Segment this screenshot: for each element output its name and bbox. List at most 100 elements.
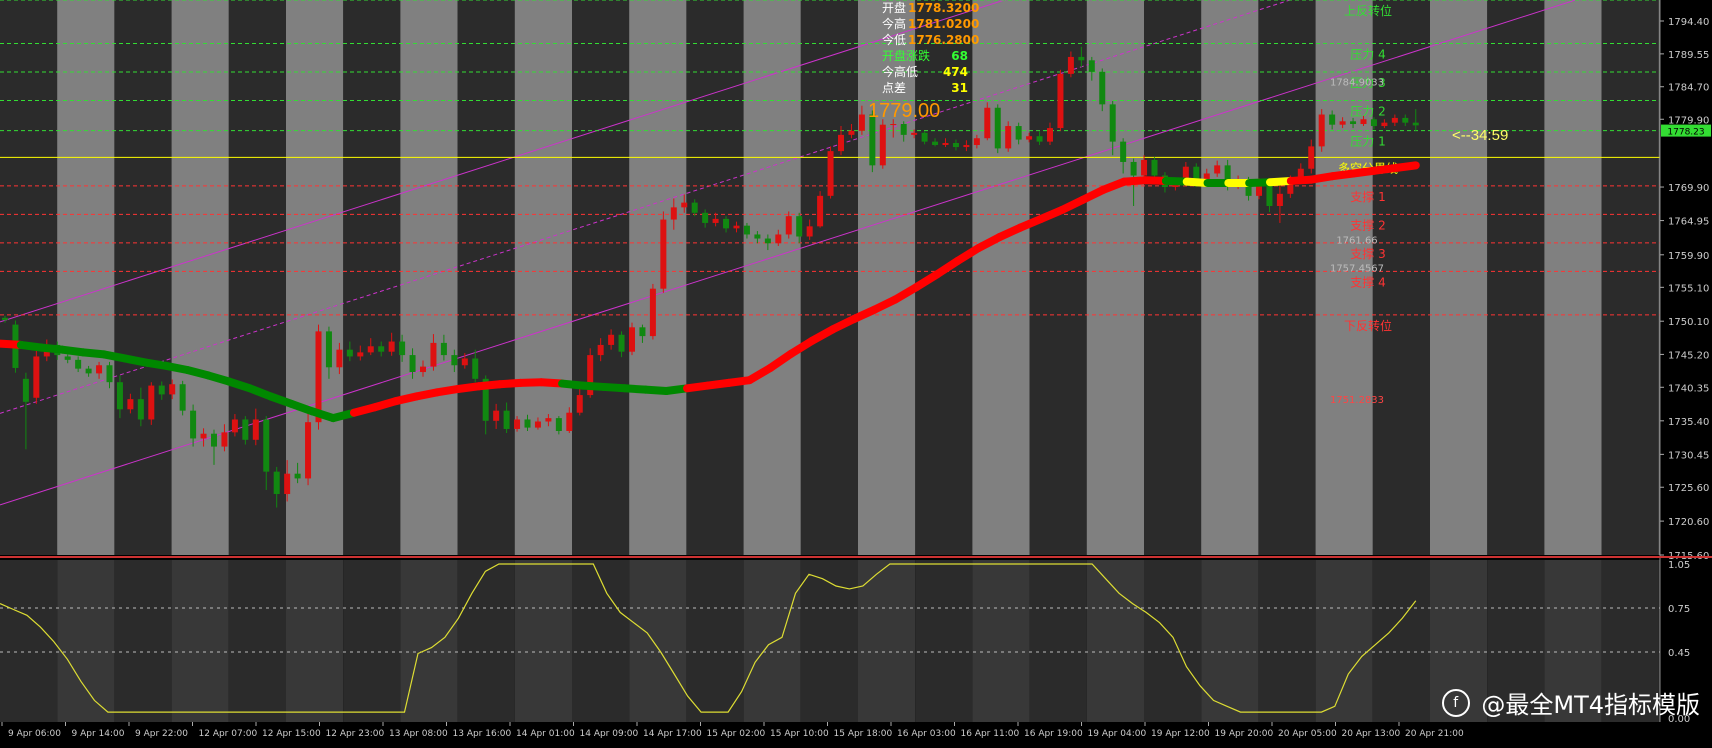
candle-body bbox=[743, 225, 750, 235]
candle-body bbox=[932, 141, 939, 146]
y-tick-label: 1784.70 bbox=[1668, 83, 1709, 94]
level-label: 压力 1 bbox=[1350, 135, 1385, 149]
oscillator-band bbox=[686, 560, 744, 722]
y-tick-label: 1740.35 bbox=[1668, 383, 1709, 394]
candle-body bbox=[85, 368, 92, 374]
candle-body bbox=[211, 433, 217, 447]
candle-body bbox=[838, 134, 844, 152]
x-tick-label: 14 Apr 17:00 bbox=[643, 729, 702, 739]
candle-body bbox=[148, 385, 155, 420]
session-band bbox=[1086, 0, 1144, 555]
price-chart[interactable]: 上反转位1797.50压力 41791.08压力 31786.87压力 2178… bbox=[0, 0, 1712, 748]
oscillator-tick-label: 0.45 bbox=[1668, 648, 1690, 659]
candle-body bbox=[994, 107, 1001, 149]
candle-body bbox=[1381, 122, 1388, 127]
y-tick-label: 1745.20 bbox=[1668, 350, 1709, 361]
oscillator-band bbox=[286, 560, 344, 722]
x-tick-label: 19 Apr 12:00 bbox=[1151, 729, 1210, 739]
candle-body bbox=[231, 419, 238, 433]
candle-body bbox=[1318, 114, 1325, 147]
candle-body bbox=[545, 418, 552, 422]
level-label: 支撑 2 bbox=[1350, 217, 1385, 232]
candle-body bbox=[1057, 73, 1064, 129]
candle-body bbox=[1005, 126, 1012, 149]
y-tick-label: 1759.90 bbox=[1668, 251, 1709, 262]
candle-body bbox=[670, 207, 677, 220]
candle-body bbox=[263, 419, 270, 472]
candle-body bbox=[785, 216, 792, 235]
oscillator-band bbox=[57, 560, 115, 722]
session-band bbox=[457, 0, 515, 555]
candle-body bbox=[33, 356, 40, 398]
level-label: 支撑 4 bbox=[1350, 274, 1385, 289]
oscillator-band bbox=[972, 560, 1030, 722]
candle-body bbox=[681, 202, 688, 208]
y-tick-label: 1789.55 bbox=[1668, 50, 1709, 61]
candle-body bbox=[1360, 119, 1367, 125]
candle-body bbox=[1078, 56, 1085, 61]
x-tick-label: 15 Apr 18:00 bbox=[834, 729, 893, 739]
session-band bbox=[286, 0, 344, 555]
oscillator-band bbox=[228, 560, 286, 722]
candle-body bbox=[921, 132, 928, 142]
oscillator-band bbox=[1201, 560, 1259, 722]
candle-body bbox=[984, 107, 991, 139]
session-bands bbox=[0, 0, 1660, 722]
oscillator-band bbox=[1086, 560, 1144, 722]
session-band bbox=[572, 0, 630, 555]
candle-body bbox=[1026, 136, 1033, 140]
candle-body bbox=[1276, 193, 1283, 207]
candle-body bbox=[952, 142, 959, 148]
candle-body bbox=[1339, 121, 1346, 125]
candle-body bbox=[399, 341, 406, 356]
candle-body bbox=[75, 359, 82, 369]
y-tick-label: 1725.60 bbox=[1668, 483, 1709, 494]
candle-body bbox=[440, 342, 447, 356]
candle-body bbox=[1402, 117, 1409, 123]
candle-body bbox=[775, 234, 782, 244]
candle-body bbox=[1015, 126, 1022, 140]
level-label: 压力 2 bbox=[1350, 104, 1385, 118]
session-band bbox=[514, 0, 572, 555]
candle-body bbox=[305, 422, 312, 479]
session-band bbox=[1487, 0, 1545, 555]
candle-body bbox=[1109, 104, 1116, 142]
y-tick-label: 1794.40 bbox=[1668, 17, 1709, 28]
candle-body bbox=[879, 124, 886, 166]
oscillator-band bbox=[858, 560, 916, 722]
candle-body bbox=[576, 395, 583, 413]
candle-body bbox=[461, 358, 468, 366]
price-axis[interactable]: 1794.401789.551784.701779.901769.901764.… bbox=[1659, 0, 1712, 748]
candle-body bbox=[420, 366, 426, 373]
candle-body bbox=[1130, 161, 1137, 176]
candle-body bbox=[493, 410, 500, 421]
oscillator-band bbox=[1258, 560, 1316, 722]
session-band bbox=[1544, 0, 1602, 555]
x-tick-label: 20 Apr 05:00 bbox=[1278, 729, 1337, 739]
candle-body bbox=[566, 412, 573, 431]
candle-body bbox=[388, 341, 395, 352]
session-band bbox=[114, 0, 172, 555]
session-band bbox=[686, 0, 744, 555]
price-axis-background bbox=[1660, 0, 1712, 748]
session-band bbox=[1258, 0, 1316, 555]
session-band bbox=[743, 0, 801, 555]
candle-body bbox=[22, 378, 29, 402]
x-tick-label: 12 Apr 15:00 bbox=[262, 729, 321, 739]
candle-body bbox=[1151, 159, 1158, 176]
y-tick-label: 1755.10 bbox=[1668, 283, 1709, 294]
candle-body bbox=[1141, 159, 1148, 176]
oscillator-band bbox=[114, 560, 172, 722]
candle-body bbox=[221, 432, 228, 447]
watermark: f @最全MT4指标模版 bbox=[1441, 685, 1700, 720]
candle-body bbox=[1047, 128, 1053, 142]
candle-body bbox=[325, 331, 332, 368]
oscillator-band bbox=[1315, 560, 1373, 722]
candle-body bbox=[1036, 136, 1043, 142]
candle-body bbox=[702, 212, 709, 223]
candle-body bbox=[524, 419, 531, 428]
candle-body bbox=[336, 349, 343, 368]
time-axis[interactable]: 9 Apr 06:00 9 Apr 14:00 9 Apr 22:00 12 Apr … bbox=[0, 722, 1712, 748]
info-value: 474 bbox=[942, 65, 968, 79]
session-band bbox=[400, 0, 458, 555]
